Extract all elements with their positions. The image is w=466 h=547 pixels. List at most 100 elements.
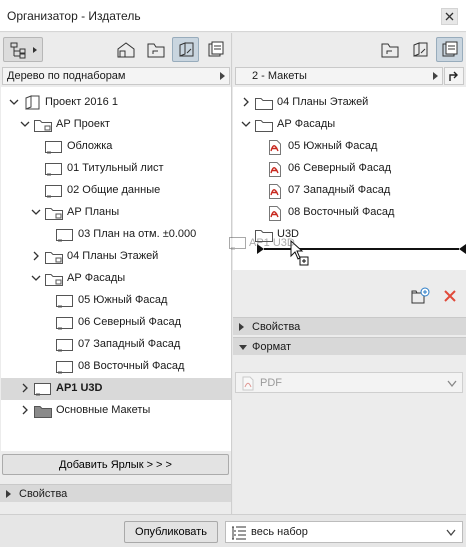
- tree-row-label: АР Фасады: [277, 118, 336, 130]
- tree-row[interactable]: АР Проект: [1, 114, 231, 136]
- project-book-icon: [25, 95, 40, 110]
- right-layout-book-button[interactable]: [406, 37, 433, 62]
- house-icon: [117, 41, 134, 57]
- tree-row-label: 06 Северный Фасад: [78, 316, 182, 328]
- layout-icon: [56, 317, 73, 330]
- pdf-icon: [269, 162, 281, 177]
- tree-row[interactable]: 08 Восточный Фасад: [1, 356, 231, 378]
- publish-scope-value: весь набор: [251, 526, 308, 538]
- pdf-icon: [242, 376, 254, 391]
- tree-row[interactable]: АР Фасады: [1, 268, 231, 290]
- chevron-down-icon: [447, 380, 457, 388]
- tree-row[interactable]: 02 Общие данные: [1, 180, 231, 202]
- publisher-sets-button[interactable]: [202, 37, 229, 62]
- folder-dark-icon: [34, 406, 52, 418]
- publish-button[interactable]: Опубликовать: [124, 521, 218, 543]
- format-select[interactable]: PDF: [235, 372, 463, 393]
- tree-row[interactable]: 06 Северный Фасад: [233, 158, 466, 180]
- tree-row[interactable]: Обложка: [1, 136, 231, 158]
- tree-row[interactable]: AP1 U3D: [1, 378, 231, 400]
- chevron-down-icon[interactable]: [9, 97, 19, 107]
- layout-icon: [229, 237, 246, 250]
- delete-x-icon: [444, 290, 456, 302]
- tree-row[interactable]: АР Фасады: [233, 114, 466, 136]
- tree-row[interactable]: АР Планы: [1, 202, 231, 224]
- chevron-down-icon[interactable]: [31, 207, 41, 217]
- view-mode-label: Дерево по поднаборам: [7, 70, 126, 82]
- add-shortcut-button[interactable]: Добавить Ярлык > > >: [2, 454, 229, 475]
- layout-book-icon: [413, 41, 427, 57]
- tree-row-label: Проект 2016 1: [45, 96, 118, 108]
- chevron-right-icon[interactable]: [20, 405, 30, 415]
- view-map-button[interactable]: [142, 37, 169, 62]
- right-toolbar: [233, 33, 466, 66]
- layout-icon: [45, 141, 62, 154]
- tree-row-label: AP1 U3D: [56, 382, 103, 394]
- project-map-button[interactable]: [112, 37, 139, 62]
- tree-row[interactable]: 05 Южный Фасад: [233, 136, 466, 158]
- layout-icon: [56, 339, 73, 352]
- chevron-down-icon: [446, 529, 456, 537]
- layout-book-button[interactable]: [172, 37, 199, 62]
- layout-icon: [34, 383, 51, 396]
- layout-book-icon: [179, 41, 193, 57]
- tree-row-label: 05 Южный Фасад: [288, 140, 378, 152]
- list-tree-icon: [232, 526, 246, 540]
- layout-icon: [56, 295, 73, 308]
- tree-row[interactable]: 05 Южный Фасад: [1, 290, 231, 312]
- folder-subset-icon: [45, 252, 63, 264]
- layout-icon: [45, 163, 62, 176]
- tree-row[interactable]: Проект 2016 1: [1, 92, 231, 114]
- format-header[interactable]: Формат: [233, 337, 466, 355]
- right-view-map-button[interactable]: [376, 37, 403, 62]
- tree-row-label: 04 Планы Этажей: [277, 96, 369, 108]
- tree-row-label: 05 Южный Фасад: [78, 294, 168, 306]
- publisher-set-select[interactable]: 2 - Макеты: [235, 67, 443, 85]
- right-publisher-sets-button[interactable]: [436, 37, 463, 62]
- tree-row-label: АР Фасады: [67, 272, 126, 284]
- tree-row-label: 07 Западный Фасад: [78, 338, 181, 350]
- tree-mode-button[interactable]: [3, 37, 43, 62]
- footer: Опубликовать весь набор: [0, 514, 466, 547]
- publisher-set-label: 2 - Макеты: [252, 70, 307, 82]
- chevron-down-icon[interactable]: [241, 119, 251, 129]
- left-properties-header[interactable]: Свойства: [0, 484, 231, 502]
- tree-row[interactable]: 04 Планы Этажей: [1, 246, 231, 268]
- view-mode-select[interactable]: Дерево по поднаборам: [2, 67, 230, 85]
- chevron-down-icon[interactable]: [31, 273, 41, 283]
- tree-row-label: АР Планы: [67, 206, 120, 218]
- tree-row[interactable]: 01 Титульный лист: [1, 158, 231, 180]
- close-button[interactable]: [441, 8, 458, 25]
- left-pane: Дерево по поднаборам Проект 2016 1 АР Про…: [0, 33, 232, 547]
- folder-subset-icon: [45, 208, 63, 220]
- delete-button[interactable]: [439, 285, 461, 307]
- tree-row-label: 07 Западный Фасад: [288, 184, 391, 196]
- tree-row[interactable]: 06 Северный Фасад: [1, 312, 231, 334]
- tree-row-label: 03 План на отм. ±0.000: [78, 228, 197, 240]
- pdf-icon: [269, 206, 281, 221]
- chevron-right-icon[interactable]: [241, 97, 251, 107]
- tree-row-label: АР Проект: [56, 118, 110, 130]
- tree-row[interactable]: 08 Восточный Фасад: [233, 202, 466, 224]
- drag-ghost: AP1 U3D: [228, 233, 308, 253]
- new-folder-button[interactable]: [409, 285, 431, 307]
- drag-ghost-label: AP1 U3D: [249, 237, 295, 249]
- tree-row[interactable]: Основные Макеты: [1, 400, 231, 422]
- chevron-right-icon[interactable]: [20, 383, 30, 393]
- window-title: Организатор - Издатель: [7, 9, 141, 23]
- tree-row[interactable]: 07 Западный Фасад: [233, 180, 466, 202]
- tree-row[interactable]: 03 План на отм. ±0.000: [1, 224, 231, 246]
- publisher-up-button[interactable]: [444, 67, 464, 85]
- publisher-sets-icon: [442, 41, 457, 56]
- right-properties-header[interactable]: Свойства: [233, 317, 466, 335]
- layout-icon: [45, 185, 62, 198]
- chevron-down-icon[interactable]: [20, 119, 30, 129]
- tree-row[interactable]: 04 Планы Этажей: [233, 92, 466, 114]
- tree-row-label: 08 Восточный Фасад: [78, 360, 185, 372]
- title-bar: Организатор - Издатель: [0, 0, 466, 32]
- layout-icon: [56, 229, 73, 242]
- chevron-right-icon[interactable]: [31, 251, 41, 261]
- format-label: Формат: [252, 341, 292, 353]
- tree-row[interactable]: 07 Западный Фасад: [1, 334, 231, 356]
- publish-scope-select[interactable]: весь набор: [225, 521, 463, 543]
